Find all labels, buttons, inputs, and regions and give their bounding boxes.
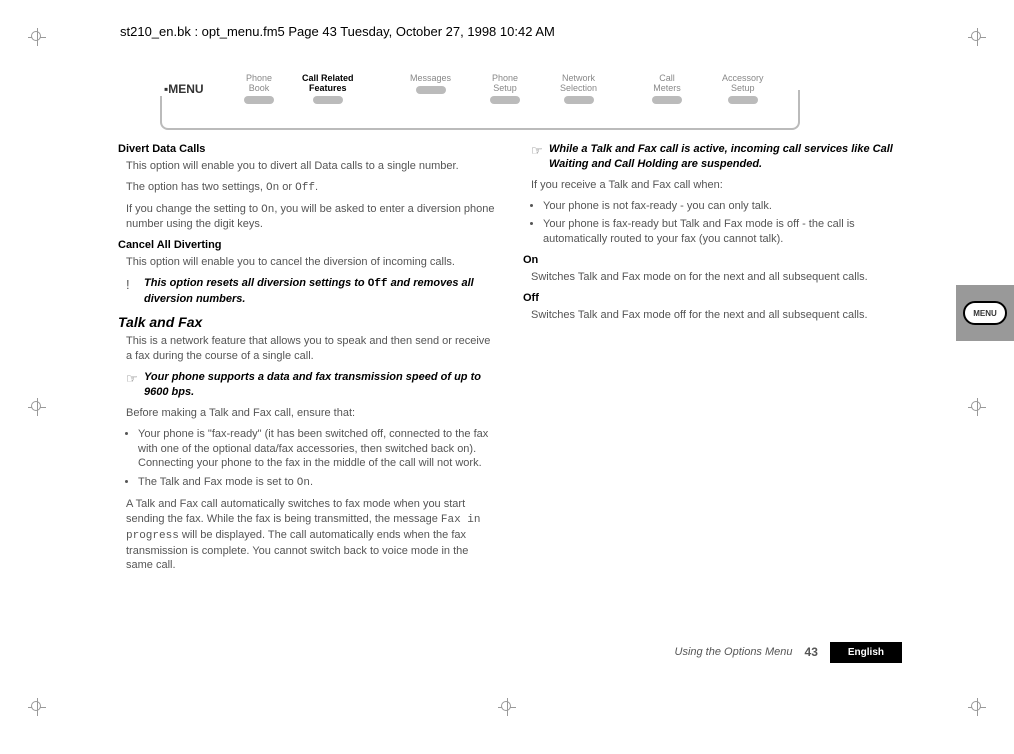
footer-section: Using the Options Menu: [675, 645, 793, 660]
paragraph: If you receive a Talk and Fax call when:: [531, 178, 902, 193]
menu-item: Messages: [408, 74, 453, 94]
tip-note: ☞ While a Talk and Fax call is active, i…: [531, 142, 902, 172]
crop-mark: [498, 698, 516, 716]
menu-breadcrumb: ▪MENU PhoneBookCall RelatedFeaturesMessa…: [160, 78, 800, 130]
heading-divert-data: Divert Data Calls: [118, 142, 497, 157]
language-tag: English: [830, 642, 902, 664]
heading-on: On: [523, 253, 902, 268]
page-number: 43: [805, 644, 818, 660]
warning-note: ! This option resets all diversion setti…: [126, 276, 497, 307]
bullet-list: Your phone is not fax-ready - you can on…: [531, 199, 902, 248]
menu-item: PhoneSetup: [488, 74, 522, 104]
paragraph: Before making a Talk and Fax call, ensur…: [126, 406, 497, 421]
hand-point-icon: ☞: [531, 142, 549, 172]
warning-icon: !: [126, 276, 144, 307]
paragraph: A Talk and Fax call automatically switch…: [126, 497, 497, 573]
paragraph: This option will enable you to divert al…: [126, 159, 497, 174]
side-tab-panel: MENU: [956, 285, 1014, 341]
list-item: Your phone is "fax-ready" (it has been s…: [138, 427, 497, 472]
paragraph: This is a network feature that allows yo…: [126, 334, 497, 364]
paragraph: Switches Talk and Fax mode off for the n…: [531, 308, 902, 323]
paragraph: The option has two settings, On or Off.: [126, 180, 497, 196]
list-item: Your phone is not fax-ready - you can on…: [543, 199, 902, 214]
menu-root-label: ▪MENU: [160, 82, 208, 96]
heading-off: Off: [523, 291, 902, 306]
menu-item: Call RelatedFeatures: [300, 74, 356, 104]
menu-item: NetworkSelection: [558, 74, 599, 104]
crop-mark: [968, 698, 986, 716]
page-footer: Using the Options Menu 43 English: [675, 642, 903, 664]
crop-mark: [28, 698, 46, 716]
list-item: Your phone is fax-ready but Talk and Fax…: [543, 217, 902, 247]
bullet-list: Your phone is "fax-ready" (it has been s…: [126, 427, 497, 491]
heading-talk-and-fax: Talk and Fax: [118, 313, 497, 332]
crop-mark: [968, 28, 986, 46]
menu-button-icon: MENU: [963, 301, 1007, 325]
tip-note: ☞ Your phone supports a data and fax tra…: [126, 370, 497, 400]
crop-mark: [28, 398, 46, 416]
paragraph: Switches Talk and Fax mode on for the ne…: [531, 270, 902, 285]
paragraph: If you change the setting to On, you wil…: [126, 202, 497, 233]
menu-item: CallMeters: [650, 74, 684, 104]
menu-item: PhoneBook: [242, 74, 276, 104]
paragraph: This option will enable you to cancel th…: [126, 255, 497, 270]
list-item: The Talk and Fax mode is set to On.: [138, 475, 497, 491]
crop-mark: [28, 28, 46, 46]
menu-item: AccessorySetup: [720, 74, 766, 104]
hand-point-icon: ☞: [126, 370, 144, 400]
crop-mark: [968, 398, 986, 416]
page-content: Divert Data Calls This option will enabl…: [118, 138, 902, 663]
heading-cancel-diverting: Cancel All Diverting: [118, 238, 497, 253]
doc-header-line: st210_en.bk : opt_menu.fm5 Page 43 Tuesd…: [120, 24, 555, 39]
